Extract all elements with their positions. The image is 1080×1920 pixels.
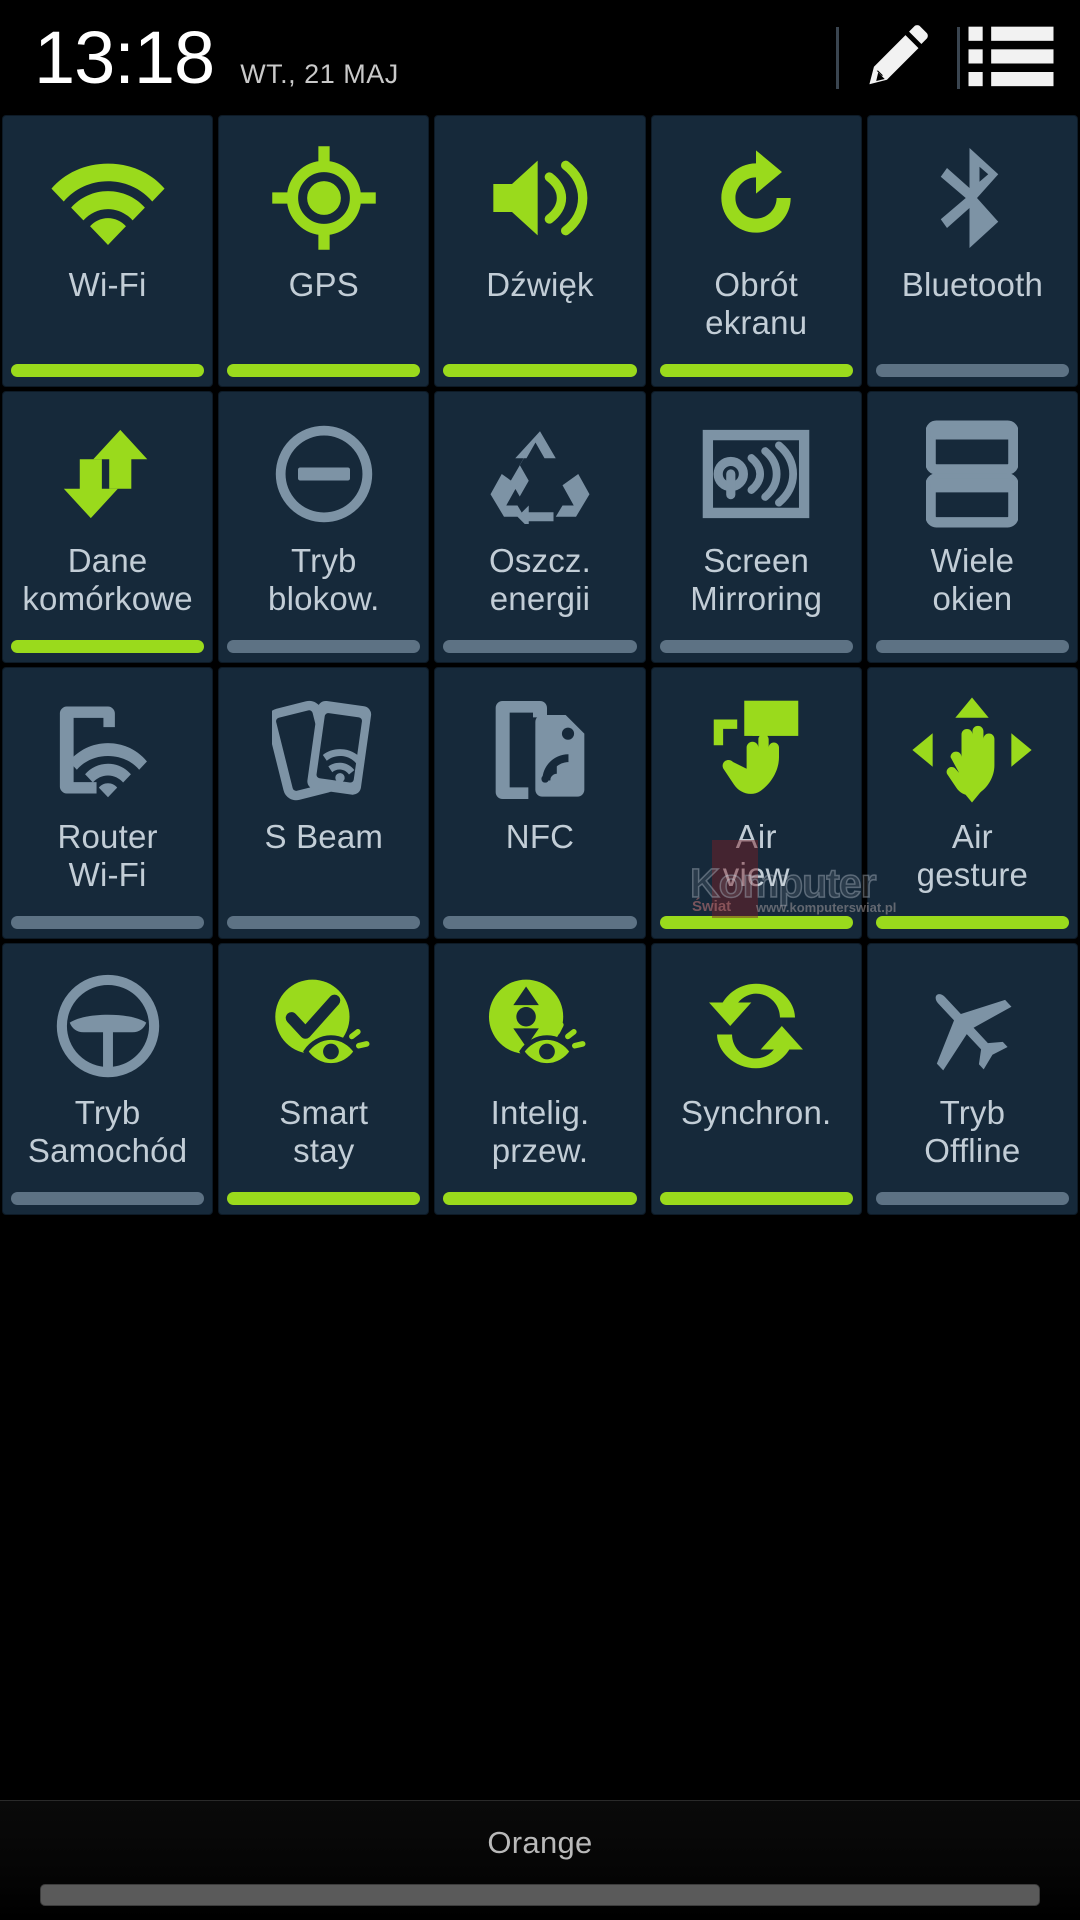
tile-state-bar xyxy=(875,364,1069,377)
gps-icon xyxy=(219,116,428,266)
quick-tile-sound[interactable]: Dźwięk xyxy=(434,115,646,387)
tile-state-bar xyxy=(443,640,637,653)
data-arrows-icon xyxy=(3,392,212,542)
tile-state-bar xyxy=(11,1192,205,1205)
list-button[interactable] xyxy=(960,0,1080,115)
tile-state-bar xyxy=(227,1192,421,1205)
block-icon xyxy=(219,392,428,542)
quick-tile-multi-window[interactable]: Wiele okien xyxy=(866,391,1078,663)
smart-stay-icon xyxy=(219,944,428,1094)
quick-tile-air-view[interactable]: Air view xyxy=(650,667,862,939)
header-actions xyxy=(836,0,1080,115)
tile-state-bar xyxy=(875,1192,1069,1205)
date-label: WT., 21 MAJ xyxy=(240,58,399,89)
tile-state-bar xyxy=(443,364,637,377)
tile-state-bar xyxy=(227,916,421,929)
screen-mirroring-icon xyxy=(652,392,861,542)
quick-tile-air-gesture[interactable]: Air gesture xyxy=(866,667,1078,939)
quick-tile-power-saving[interactable]: Oszcz. energii xyxy=(434,391,646,663)
clock: 13:18 xyxy=(34,15,215,99)
air-view-icon xyxy=(652,668,861,818)
tile-state-bar xyxy=(11,916,205,929)
quick-tile-blocking-mode[interactable]: Tryb blokow. xyxy=(218,391,430,663)
air-gesture-icon xyxy=(868,668,1077,818)
quick-tile-mobile-data[interactable]: Dane komórkowe xyxy=(2,391,214,663)
recycle-icon xyxy=(435,392,644,542)
rotate-icon xyxy=(652,116,861,266)
quick-tile-gps[interactable]: GPS xyxy=(218,115,430,387)
tile-state-bar xyxy=(443,1192,637,1205)
quick-tile-smart-scroll[interactable]: Intelig. przew. xyxy=(434,943,646,1215)
edit-button[interactable] xyxy=(839,0,957,115)
airplane-icon xyxy=(868,944,1077,1094)
quick-tile-s-beam[interactable]: S Beam xyxy=(218,667,430,939)
footer: Orange xyxy=(0,1800,1080,1920)
quick-tile-wifi-hotspot[interactable]: Router Wi-Fi xyxy=(2,667,214,939)
quick-tile-screen-rotation[interactable]: Obrót ekranu xyxy=(650,115,862,387)
wifi-icon xyxy=(3,116,212,266)
steering-wheel-icon xyxy=(3,944,212,1094)
nfc-icon xyxy=(435,668,644,818)
multi-window-icon xyxy=(868,392,1077,542)
carrier-label: Orange xyxy=(487,1825,593,1860)
list-icon xyxy=(968,21,1054,94)
quick-tile-bluetooth[interactable]: Bluetooth xyxy=(866,115,1078,387)
tile-state-bar xyxy=(659,364,853,377)
tile-state-bar xyxy=(11,364,205,377)
panel-drag-handle[interactable] xyxy=(40,1884,1040,1906)
tile-state-bar xyxy=(227,640,421,653)
tile-state-bar xyxy=(875,916,1069,929)
quick-tile-driving-mode[interactable]: Tryb Samochód xyxy=(2,943,214,1215)
quick-tile-nfc[interactable]: NFC xyxy=(434,667,646,939)
tile-state-bar xyxy=(443,916,637,929)
tile-state-bar xyxy=(659,1192,853,1205)
sound-icon xyxy=(435,116,644,266)
tile-state-bar xyxy=(659,916,853,929)
clock-group: 13:18 WT., 21 MAJ xyxy=(0,15,399,99)
tile-state-bar xyxy=(875,640,1069,653)
status-bar: 13:18 WT., 21 MAJ xyxy=(0,0,1080,115)
quick-tile-smart-stay[interactable]: Smart stay xyxy=(218,943,430,1215)
quick-tile-screen-mirroring[interactable]: Screen Mirroring xyxy=(650,391,862,663)
quick-tile-airplane-mode[interactable]: Tryb Offline xyxy=(866,943,1078,1215)
tile-state-bar xyxy=(227,364,421,377)
tile-state-bar xyxy=(659,640,853,653)
quick-tile-wifi[interactable]: Wi-Fi xyxy=(2,115,214,387)
s-beam-icon xyxy=(219,668,428,818)
quick-settings-grid: Wi-Fi GPS Dźwięk Obrót ekranu Bluetooth … xyxy=(0,115,1080,1215)
quick-tile-sync[interactable]: Synchron. xyxy=(650,943,862,1215)
smart-scroll-icon xyxy=(435,944,644,1094)
bluetooth-icon xyxy=(868,116,1077,266)
sync-icon xyxy=(652,944,861,1094)
tile-state-bar xyxy=(11,640,205,653)
pencil-icon xyxy=(859,16,937,99)
hotspot-icon xyxy=(3,668,212,818)
